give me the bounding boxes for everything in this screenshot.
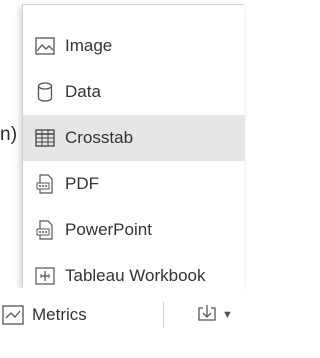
menu-item-label: Image (65, 36, 113, 55)
metrics-chart-icon (2, 305, 24, 325)
menu-item-powerpoint[interactable]: PowerPoint (23, 207, 245, 253)
download-menu: Image Data Crosstab PDF PowerPoint Table… (22, 4, 245, 288)
background-text-fragment: n) (0, 124, 18, 145)
menu-item-crosstab[interactable]: Crosstab (23, 115, 245, 161)
download-button[interactable]: ▼ (196, 298, 244, 332)
menu-item-label: Crosstab (65, 128, 134, 147)
metrics-label: Metrics (32, 305, 87, 324)
ppt-file-icon (35, 220, 55, 240)
metrics-button[interactable]: Metrics (0, 298, 150, 332)
menu-item-label: Data (65, 82, 101, 101)
image-icon (35, 36, 55, 56)
database-icon (35, 82, 55, 102)
download-icon (196, 304, 218, 326)
workbook-file-icon (35, 266, 55, 286)
menu-item-label: Tableau Workbook (65, 266, 206, 285)
menu-item-label: PowerPoint (65, 220, 152, 239)
menu-item-data[interactable]: Data (23, 69, 245, 115)
table-grid-icon (35, 128, 55, 148)
page: n) Image Data Crosstab PDF PowerPoint Ta… (0, 0, 245, 358)
menu-item-image[interactable]: Image (23, 23, 245, 69)
pdf-file-icon (35, 174, 55, 194)
caret-down-icon: ▼ (222, 309, 233, 321)
toolbar-divider (163, 302, 164, 328)
menu-item-label: PDF (65, 174, 99, 193)
bottom-toolbar: Metrics ▼ (0, 288, 244, 358)
menu-item-pdf[interactable]: PDF (23, 161, 245, 207)
